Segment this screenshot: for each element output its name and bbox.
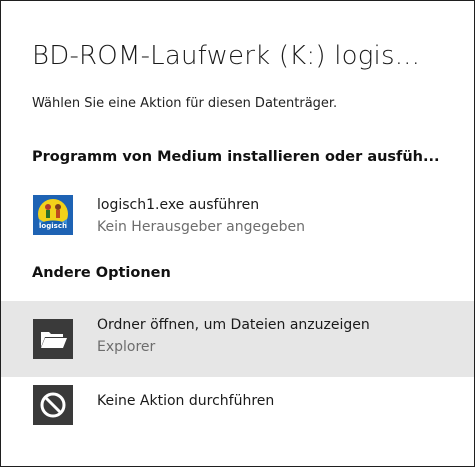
autoplay-dialog: BD-ROM-Laufwerk (K:) logis... Wählen Sie… — [0, 0, 475, 467]
action-label: Keine Aktion durchführen — [97, 393, 275, 409]
action-detail: Explorer — [97, 339, 156, 355]
action-no-action[interactable]: Keine Aktion durchführen — [1, 379, 474, 437]
action-open-folder[interactable]: Ordner öffnen, um Dateien anzuzeigen Exp… — [1, 301, 474, 377]
logisch-app-icon: logisch — [33, 195, 73, 235]
no-action-icon — [33, 385, 73, 425]
section-heading-install: Programm von Medium installieren oder au… — [32, 149, 440, 165]
action-label: Ordner öffnen, um Dateien anzuzeigen — [97, 317, 370, 333]
dialog-title: BD-ROM-Laufwerk (K:) logis... — [32, 41, 421, 71]
dialog-subtitle: Wählen Sie eine Aktion für diesen Datent… — [32, 96, 338, 111]
action-detail: Kein Herausgeber angegeben — [97, 219, 305, 235]
action-run-logisch1[interactable]: logisch logisch1.exe ausführen Kein Hera… — [1, 187, 474, 243]
section-heading-other: Andere Optionen — [32, 265, 171, 281]
folder-open-icon — [33, 319, 73, 359]
action-label: logisch1.exe ausführen — [97, 197, 260, 213]
svg-text:logisch: logisch — [39, 222, 67, 230]
